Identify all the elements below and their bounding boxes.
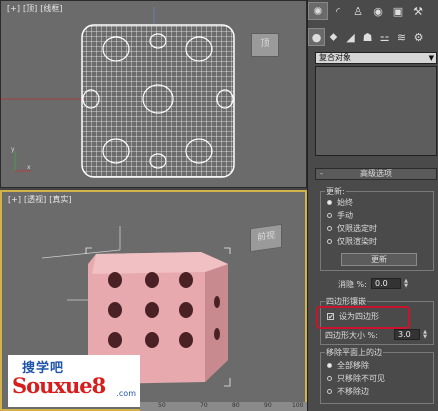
chevron-down-icon: ▼ bbox=[428, 54, 434, 62]
svg-text:y: y bbox=[11, 146, 15, 153]
radio-manual[interactable]: 手动 bbox=[327, 211, 353, 221]
viewcube-top[interactable]: 顶 bbox=[251, 33, 279, 57]
radio-dot-icon bbox=[327, 363, 332, 368]
logo-line-2: Souxue8 bbox=[12, 373, 106, 398]
command-panel-tabs: ✺ ◜ ♙ ◉ ▣ ⚒ bbox=[308, 2, 438, 20]
radio-dot-icon bbox=[327, 226, 332, 231]
svg-text:x: x bbox=[27, 164, 31, 171]
command-panel: ✺ ◜ ♙ ◉ ▣ ⚒ ● ⬥ ◢ ☗ ⚍ ≋ ⚙ 复合对象 ▼ - 高级选项 … bbox=[307, 0, 438, 411]
lights-category-icon[interactable]: ◢ bbox=[342, 28, 359, 46]
display-tab-icon[interactable]: ▣ bbox=[388, 2, 408, 20]
radio-dot-icon bbox=[327, 213, 332, 218]
object-type-dropdown[interactable]: 复合对象 ▼ bbox=[315, 52, 437, 64]
motion-tab-icon[interactable]: ◉ bbox=[368, 2, 388, 20]
shapes-category-icon[interactable]: ⬥ bbox=[325, 28, 342, 46]
update-group: 更新: 始终 手动 仅限选定时 仅限渲染时 更新 bbox=[320, 186, 434, 271]
radio-remove-all[interactable]: 全部移除 bbox=[327, 361, 369, 371]
radio-dot-icon bbox=[327, 239, 332, 244]
spacewarps-category-icon[interactable]: ≋ bbox=[393, 28, 410, 46]
hierarchy-tab-icon[interactable]: ♙ bbox=[348, 2, 368, 20]
dropdown-value: 复合对象 bbox=[319, 53, 351, 62]
cameras-category-icon[interactable]: ☗ bbox=[359, 28, 376, 46]
create-category-tabs: ● ⬥ ◢ ☗ ⚍ ≋ ⚙ bbox=[308, 28, 438, 46]
spinner-arrows-icon[interactable]: ▲ ▼ bbox=[423, 330, 427, 340]
create-tab-icon[interactable]: ✺ bbox=[308, 2, 328, 20]
update-group-label: 更新: bbox=[325, 186, 346, 197]
radio-keep-edges[interactable]: 不移除边 bbox=[327, 387, 369, 397]
utilities-tab-icon[interactable]: ⚒ bbox=[408, 2, 428, 20]
top-viewport[interactable]: [+] [顶] [线框] x y 顶 bbox=[0, 0, 307, 188]
radio-dot-icon bbox=[327, 376, 332, 381]
rollout-title: 高级选项 bbox=[360, 169, 392, 178]
radio-selected-only[interactable]: 仅限选定时 bbox=[327, 224, 377, 234]
wireframe-die-top: x y bbox=[1, 7, 235, 178]
highlight-annotation bbox=[316, 306, 410, 329]
helpers-category-icon[interactable]: ⚍ bbox=[376, 28, 393, 46]
remove-edges-group-label: 移除平面上的边 bbox=[325, 347, 383, 358]
rollout-advanced-options[interactable]: - 高级选项 bbox=[315, 168, 437, 180]
systems-category-icon[interactable]: ⚙ bbox=[410, 28, 427, 46]
radio-always[interactable]: 始终 bbox=[327, 198, 353, 208]
radio-render-only[interactable]: 仅限渲染时 bbox=[327, 237, 377, 247]
spinner-arrows-icon[interactable]: ▲ ▼ bbox=[404, 279, 408, 289]
radio-dot-icon bbox=[327, 200, 332, 205]
geometry-category-icon[interactable]: ● bbox=[308, 28, 325, 46]
cull-spinner[interactable]: 0.0 ▲ ▼ bbox=[371, 278, 408, 289]
time-ruler[interactable]: 50 70 80 90 100 bbox=[140, 402, 307, 411]
remove-edges-group: 移除平面上的边 全部移除 只移除不可见 不移除边 bbox=[320, 347, 434, 404]
viewcube-perspective[interactable]: 前视 bbox=[250, 223, 282, 253]
quad-size-spinner[interactable]: 3.0 ▲ ▼ bbox=[394, 329, 427, 340]
modify-tab-icon[interactable]: ◜ bbox=[328, 2, 348, 20]
update-button[interactable]: 更新 bbox=[341, 253, 417, 266]
collapse-icon: - bbox=[320, 169, 323, 178]
object-list[interactable] bbox=[315, 66, 437, 156]
quad-size-label: 四边形大小 %: bbox=[325, 331, 378, 340]
radio-remove-invisible[interactable]: 只移除不可见 bbox=[327, 374, 385, 384]
logo-line-3: .com bbox=[116, 389, 136, 398]
site-logo: 搜学吧 Souxue8 .com bbox=[8, 355, 140, 407]
cull-label: 消隐 %: bbox=[338, 280, 367, 289]
radio-dot-icon bbox=[327, 389, 332, 394]
